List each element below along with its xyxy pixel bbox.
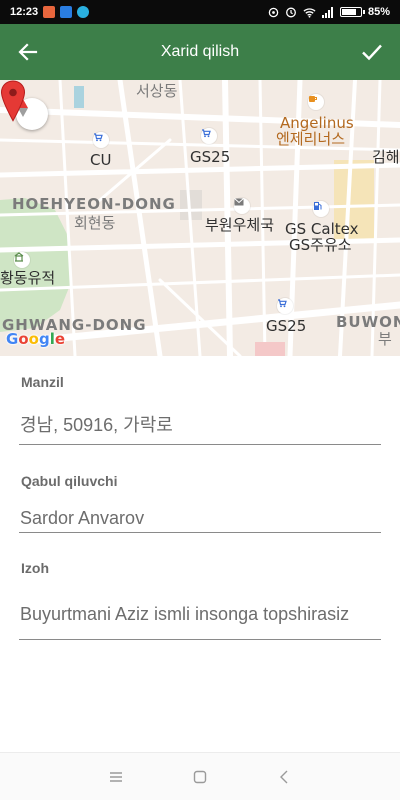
map-label-hoehyeon-ko: 회현동 [74, 214, 116, 232]
google-logo-letter: g [38, 330, 50, 348]
status-left: 12:23 [10, 6, 90, 18]
arrow-left-icon [18, 43, 38, 61]
home-icon [193, 770, 207, 783]
recipient-input[interactable] [19, 506, 381, 530]
battery-icon [339, 7, 365, 17]
cart-icon [277, 298, 293, 314]
check-icon [362, 44, 382, 61]
nav-back-button[interactable] [242, 753, 326, 800]
battery-fill [341, 9, 357, 15]
note-underline [19, 639, 381, 640]
alarm-icon [286, 7, 296, 18]
cart-icon [93, 132, 109, 148]
map-label-seosang: 서상동 [136, 82, 178, 100]
monument-icon [14, 252, 30, 268]
gas-station-icon [313, 201, 329, 217]
map-label-buwon: BUWON [336, 313, 400, 331]
google-logo-letter: e [54, 330, 66, 348]
map-label-cu: CU [90, 151, 112, 169]
map-label-hoehyeon-dong: HOEHYEON-DONG [12, 195, 176, 213]
map-label-gs-caltex: GS Caltex [285, 220, 359, 238]
app-root: 12:23 85% Xarid qilish 서상동 Angelinus 엔제리… [0, 0, 400, 800]
page-title: Xarid qilish [160, 43, 240, 60]
app-bar: Xarid qilish [0, 24, 400, 80]
map-label-post-office: 부원우체국 [205, 216, 275, 234]
address-label: Manzil [21, 374, 64, 390]
map-label-gs25-top: GS25 [190, 148, 231, 166]
note-input[interactable] [19, 602, 381, 626]
location-icon [268, 7, 279, 17]
calendar-app-icon [43, 6, 56, 18]
media-icon [60, 6, 73, 18]
back-button[interactable] [0, 24, 56, 80]
nav-home-button[interactable] [158, 753, 242, 800]
map-label-gs-caltex-ko: GS주유소 [289, 236, 352, 254]
google-logo-letter: o [18, 330, 29, 348]
recipient-underline [19, 532, 381, 533]
map-label-relic-site: 황동유적 [0, 269, 56, 287]
address-input[interactable] [19, 412, 381, 436]
wifi-icon [303, 7, 316, 18]
system-nav-bar [0, 752, 400, 800]
app-icon [77, 6, 90, 18]
back-icon [280, 770, 288, 783]
menu-icon [110, 771, 122, 782]
note-label: Izoh [21, 560, 49, 576]
map-view[interactable]: 서상동 Angelinus 엔제리너스 CU GS25 김해 HOEHYEON-… [0, 80, 400, 356]
mail-icon [234, 198, 250, 214]
google-logo: Google [6, 330, 65, 348]
google-logo-letter: G [6, 330, 19, 348]
map-label-angelinus-ko: 엔제리너스 [276, 130, 346, 148]
address-underline [19, 444, 381, 445]
recipient-label: Qabul qiluvchi [21, 473, 118, 489]
status-bar: 12:23 85% [0, 0, 400, 24]
status-right: 85% [268, 6, 390, 18]
battery-percent: 85% [367, 6, 390, 18]
signal-icon [321, 6, 333, 18]
map-label-gs25-bottom: GS25 [266, 317, 307, 335]
status-time: 12:23 [10, 6, 39, 18]
map-label-angelinus: Angelinus [280, 114, 354, 132]
google-logo-text: Google [6, 330, 65, 348]
cafe-icon [308, 94, 324, 110]
google-logo-letter: o [28, 330, 39, 348]
cart-icon [201, 128, 217, 144]
nav-menu-button[interactable] [74, 753, 158, 800]
confirm-button[interactable] [344, 24, 400, 80]
map-label-buwon-ko: 부 [378, 330, 392, 348]
map-label-kimhae: 김해 [372, 148, 400, 166]
location-pin-icon[interactable] [0, 80, 26, 122]
